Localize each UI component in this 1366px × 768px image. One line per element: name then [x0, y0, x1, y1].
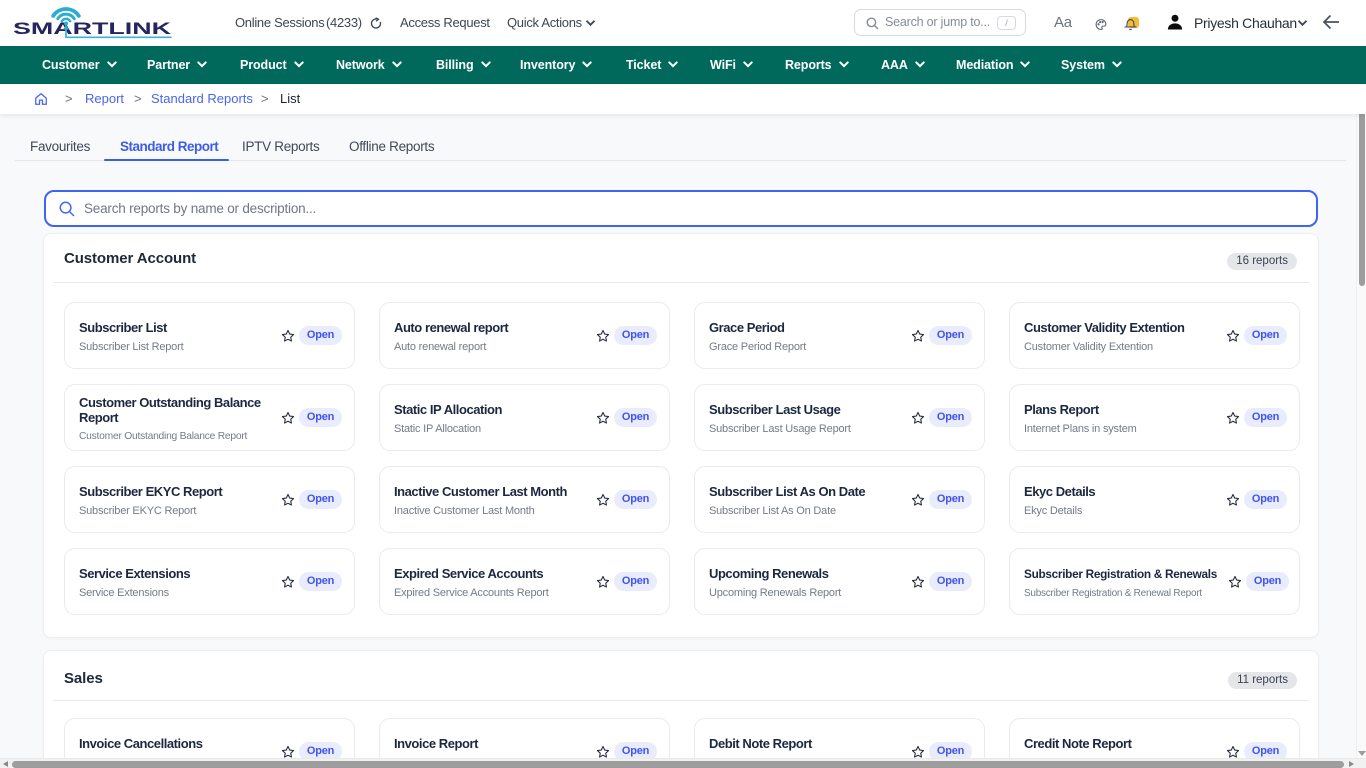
svg-text:SMARTLINK: SMARTLINK	[13, 20, 171, 38]
